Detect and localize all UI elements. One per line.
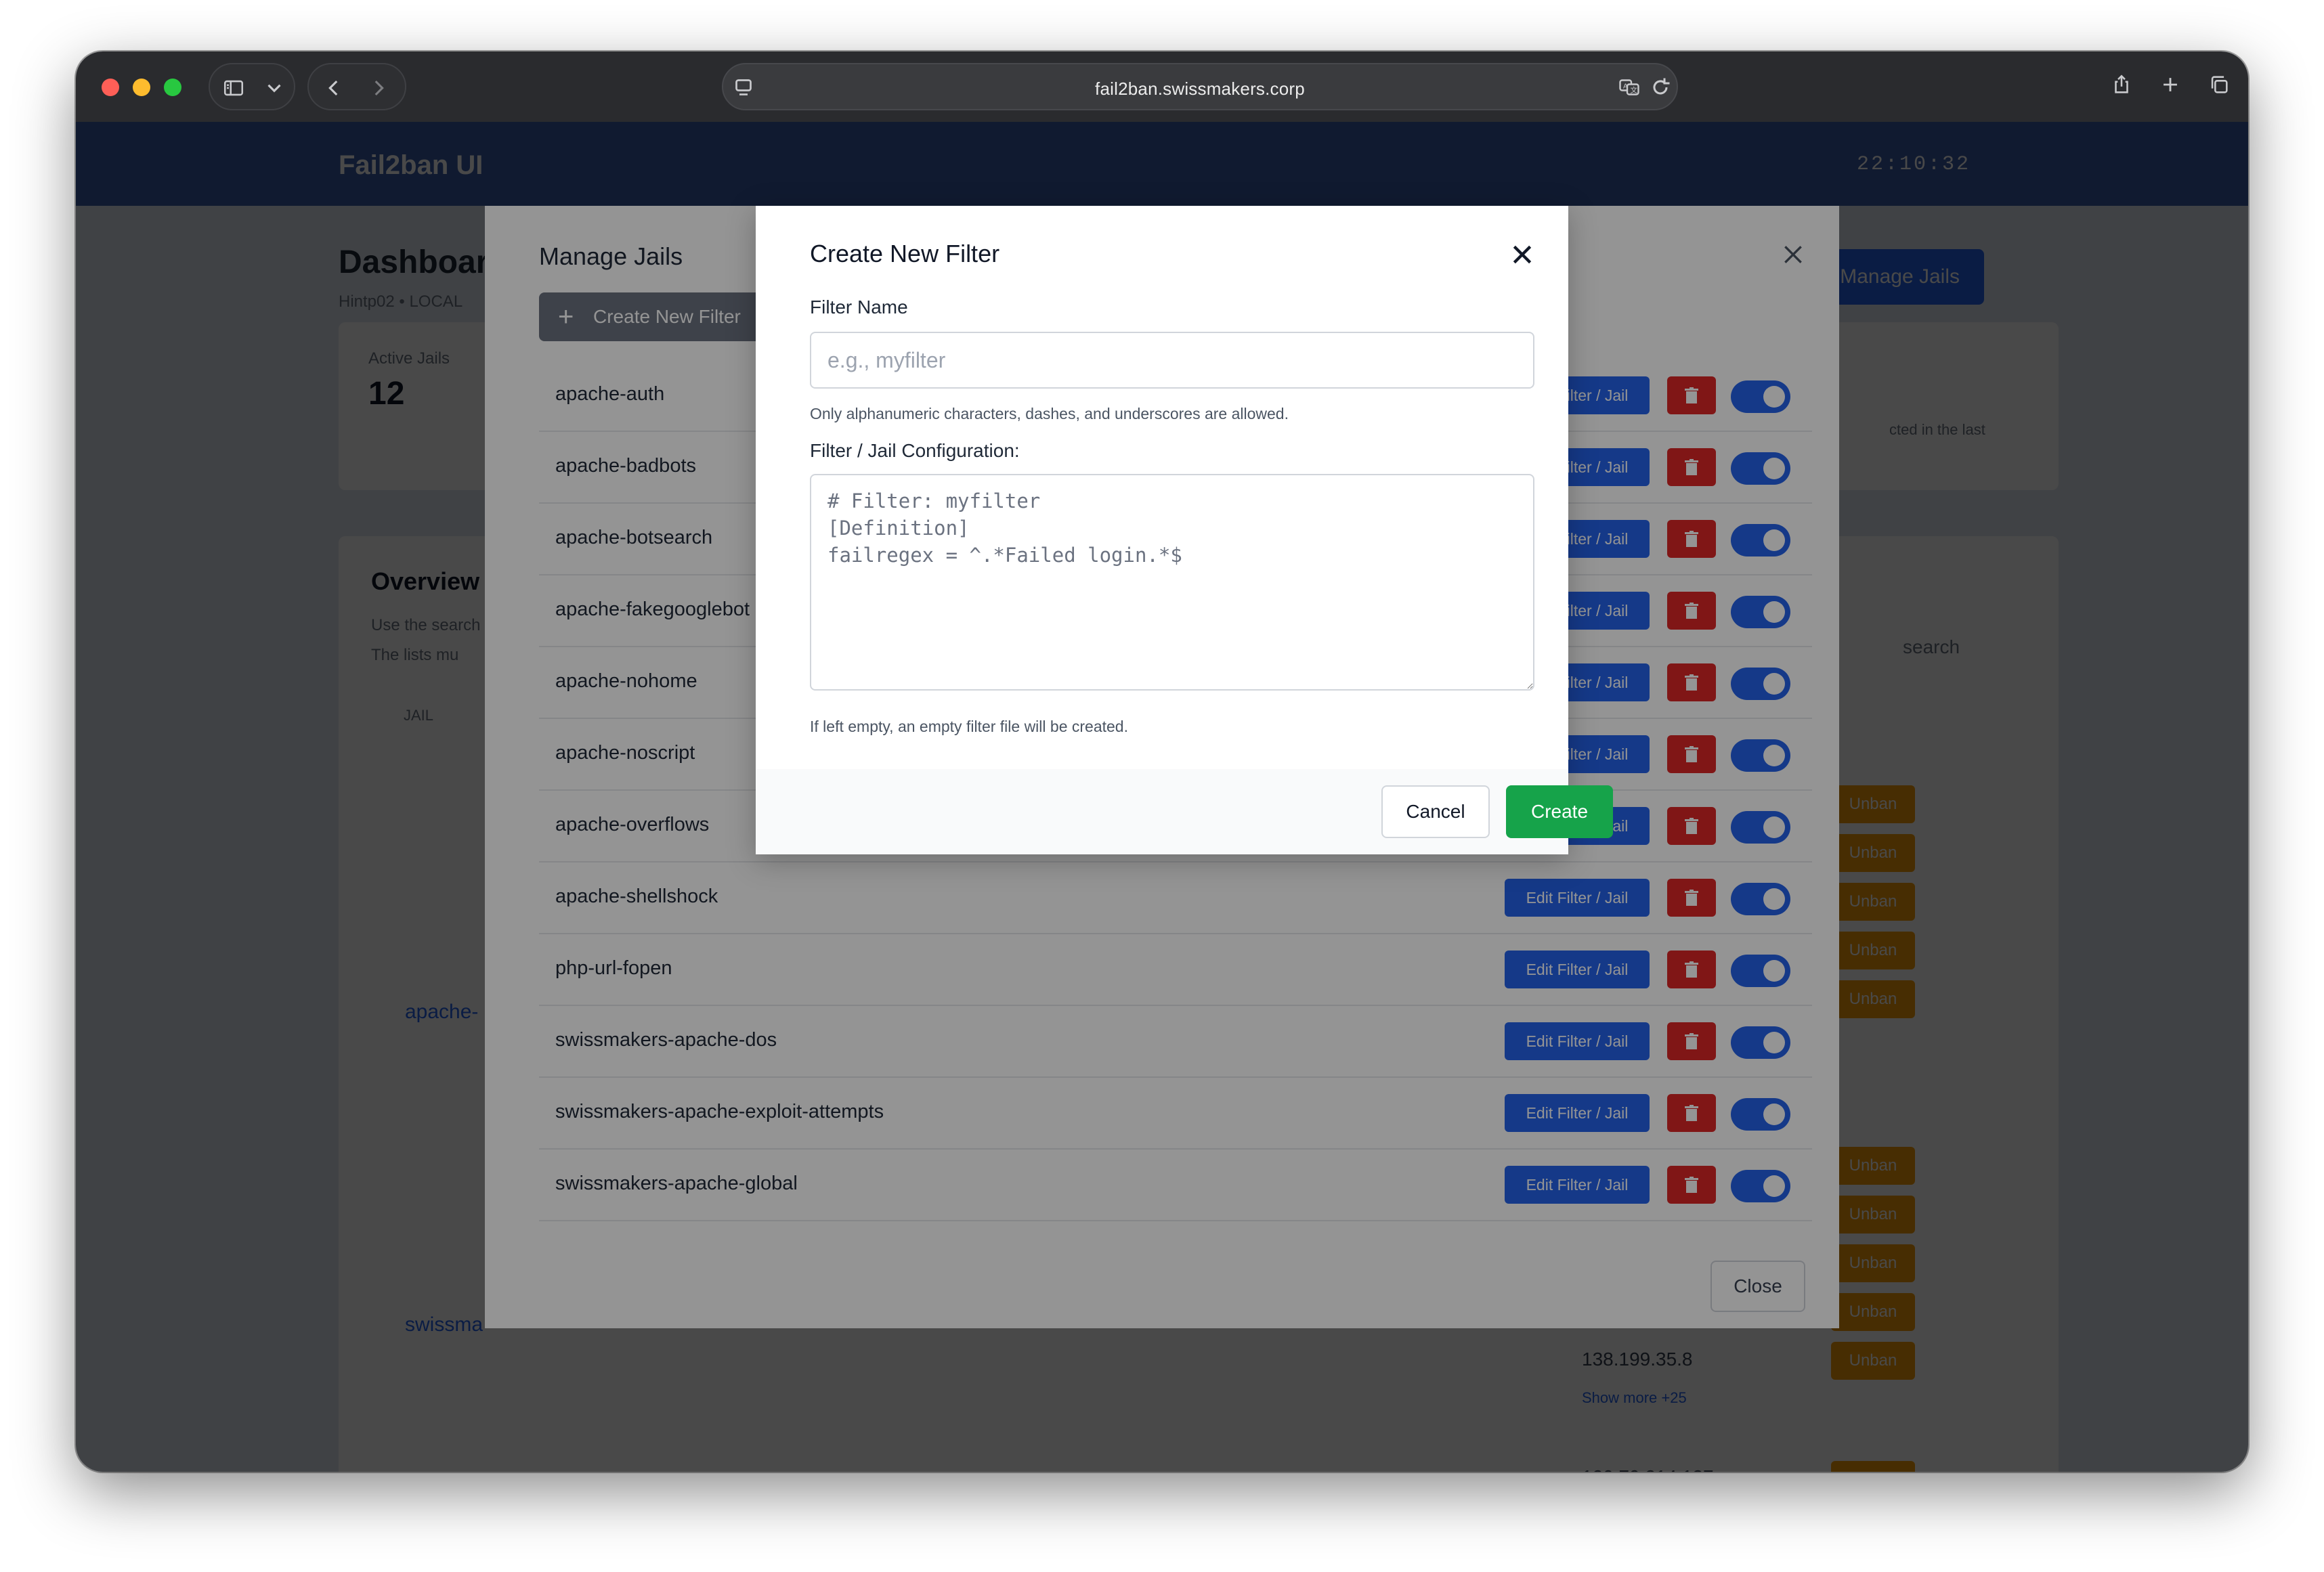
chevron-down-icon[interactable] bbox=[263, 77, 281, 100]
page-content: Fail2ban UI 22:10:32 Dashboard Hintp02 •… bbox=[76, 122, 2248, 1472]
minimize-window-button[interactable] bbox=[133, 79, 150, 96]
modal-footer: Cancel Create bbox=[756, 769, 1613, 854]
tab-overview-icon[interactable] bbox=[2208, 73, 2231, 96]
translate-icon[interactable]: A文 bbox=[1617, 75, 1641, 100]
browser-toolbar: fail2ban.swissmakers.corp A文 bbox=[76, 51, 2248, 122]
sidebar-icon[interactable] bbox=[222, 77, 245, 100]
close-icon[interactable] bbox=[1509, 241, 1536, 268]
filter-name-help: Only alphanumeric characters, dashes, an… bbox=[810, 405, 1289, 422]
create-filter-modal: Create New Filter Filter Name Only alpha… bbox=[756, 206, 1613, 854]
filter-name-label: Filter Name bbox=[810, 297, 908, 318]
address-bar[interactable]: fail2ban.swissmakers.corp A文 bbox=[722, 63, 1678, 110]
sidebar-toggle-group[interactable] bbox=[209, 63, 295, 110]
reload-icon[interactable] bbox=[1648, 75, 1673, 100]
close-window-button[interactable] bbox=[102, 79, 119, 96]
create-button[interactable]: Create bbox=[1506, 785, 1613, 838]
new-tab-icon[interactable] bbox=[2159, 73, 2182, 96]
history-nav-group bbox=[307, 63, 406, 110]
modal-title: Create New Filter bbox=[810, 240, 1000, 267]
back-icon[interactable] bbox=[322, 77, 345, 100]
config-textarea[interactable] bbox=[810, 474, 1534, 691]
share-icon[interactable] bbox=[2110, 73, 2133, 96]
forward-icon[interactable] bbox=[367, 77, 390, 100]
cancel-button[interactable]: Cancel bbox=[1381, 785, 1490, 838]
svg-text:A: A bbox=[1623, 83, 1628, 91]
zoom-window-button[interactable] bbox=[164, 79, 181, 96]
config-label: Filter / Jail Configuration: bbox=[810, 440, 1020, 461]
browser-window: fail2ban.swissmakers.corp A文 Fail2ban UI… bbox=[76, 51, 2248, 1472]
svg-text:文: 文 bbox=[1631, 86, 1638, 95]
filter-name-input[interactable] bbox=[810, 332, 1534, 389]
url-text[interactable]: fail2ban.swissmakers.corp bbox=[723, 79, 1677, 100]
config-help: If left empty, an empty filter file will… bbox=[810, 718, 1128, 735]
